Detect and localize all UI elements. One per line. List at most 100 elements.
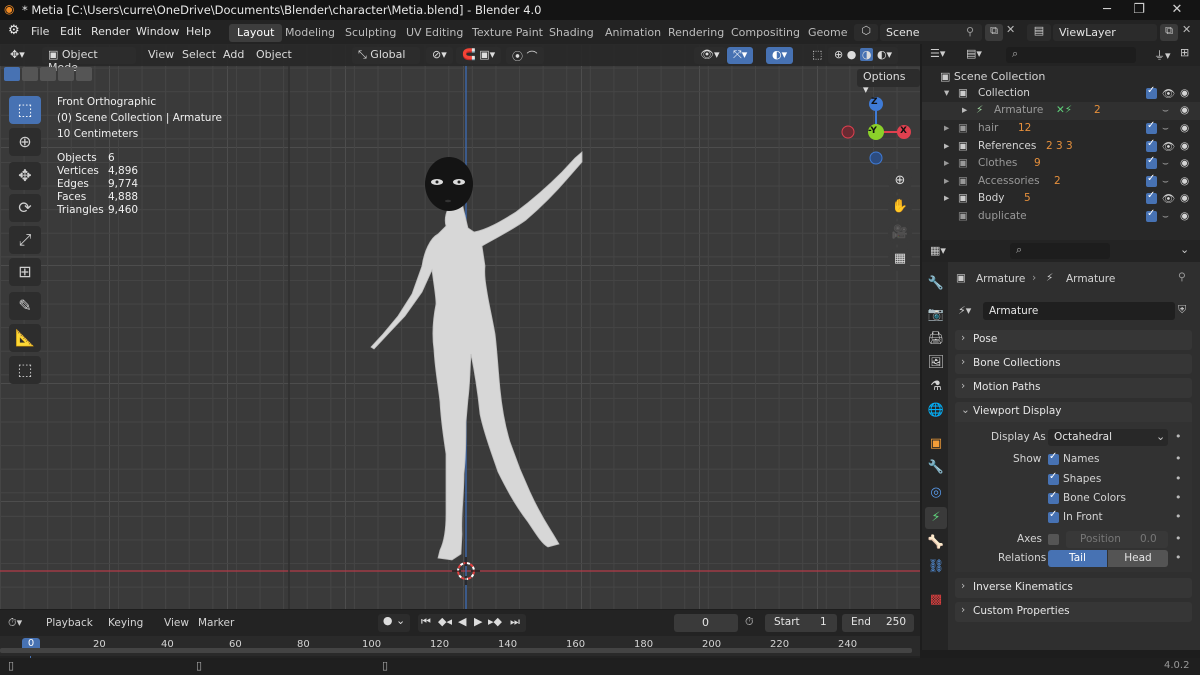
add-cube-tool-icon[interactable]: ⬚ — [9, 356, 41, 384]
3d-viewport[interactable]: ⬚ ⊕ ✥ ⟳ ⤢ ⊞ ✎ 📐 ⬚ Front Orthographic (0)… — [0, 44, 920, 609]
add-menu[interactable]: Add — [217, 47, 250, 64]
shapes-checkbox[interactable] — [1048, 471, 1059, 485]
eye-icon[interactable]: 👁 — [1162, 87, 1175, 100]
fake-user-shield-icon[interactable]: ⛨ — [1178, 303, 1186, 317]
expand-arrow-icon[interactable]: ▸ — [944, 175, 949, 187]
world-tab-icon[interactable]: 🌐 — [925, 400, 947, 422]
filter-icon[interactable]: ⏚▾ — [1154, 47, 1171, 63]
wireframe-shading-icon[interactable]: ⊕ — [834, 48, 843, 61]
properties-editor-icon[interactable]: ▦▾ — [930, 244, 946, 257]
workspace-tab-modeling[interactable]: Modeling — [277, 24, 343, 42]
display-mode-icon[interactable]: ▤▾ — [966, 47, 982, 60]
shading-modes[interactable]: ⊕ ● ◑ ◐▾ — [828, 47, 899, 64]
outliner-row-clothes[interactable]: ▸ ▣ Clothes 9 ⌣ ◉ — [922, 155, 1200, 173]
object-menu[interactable]: Object — [250, 47, 298, 64]
workspace-tab-rendering[interactable]: Rendering — [660, 24, 732, 42]
select-subtract-icon[interactable] — [40, 67, 56, 81]
zoom-icon[interactable]: ⊕ — [888, 169, 912, 193]
exclude-checkbox[interactable] — [1146, 85, 1157, 99]
scene-selector[interactable]: Scene ⚲ — [880, 24, 982, 41]
eye-closed-icon[interactable]: ⌣ — [1162, 157, 1169, 170]
show-in-front-option[interactable]: In Front — [1048, 509, 1188, 528]
bone-constraints-tab-icon[interactable]: ⛓ — [925, 556, 947, 578]
pin-icon[interactable]: ⚲ — [1178, 271, 1186, 283]
select-menu[interactable]: Select — [176, 47, 222, 64]
display-as-dropdown[interactable]: Octahedral ⌄ — [1048, 429, 1168, 446]
start-frame-field[interactable]: Start 1 — [765, 614, 837, 632]
expand-arrow-icon[interactable]: ▸ — [944, 140, 949, 152]
preview-range-icon[interactable]: ⏱ — [745, 615, 754, 629]
menu-file[interactable]: File — [31, 25, 49, 38]
exclude-checkbox[interactable] — [1146, 120, 1157, 134]
expand-arrow-icon[interactable]: ▸ — [944, 157, 949, 169]
remove-view-layer-icon[interactable]: ✕ — [1182, 23, 1191, 36]
jump-start-icon[interactable]: ⏮ — [421, 615, 431, 629]
view-menu[interactable]: View — [142, 47, 180, 64]
mode-selector[interactable]: ▣ Object Mode — [42, 47, 136, 74]
end-frame-field[interactable]: End 250 — [842, 614, 914, 632]
show-bone-colors-option[interactable]: Bone Colors — [1048, 490, 1188, 509]
modifiers-tab-icon[interactable]: 🔧 — [925, 457, 947, 479]
outliner-row-references[interactable]: ▸ ▣ References 2 3 3 👁 ◉ — [922, 138, 1200, 156]
outliner-row-armature[interactable]: ▸ ⚡ Armature ✕⚡ 2 ⌣ ◉ — [922, 102, 1200, 120]
armature-data-tab-icon[interactable]: ⚡ — [925, 507, 947, 529]
material-shading-icon[interactable]: ◑ — [859, 48, 874, 61]
auto-keying-icon[interactable]: ● ⌄ — [378, 614, 410, 632]
camera-render-icon[interactable]: ◉ — [1180, 192, 1189, 204]
workspace-tab-uv-editing[interactable]: UV Editing — [398, 24, 471, 42]
axes-position-field[interactable]: Position 0.0 — [1066, 531, 1168, 548]
exclude-checkbox[interactable] — [1146, 208, 1157, 222]
axes-checkbox[interactable] — [1048, 534, 1059, 545]
camera-render-icon[interactable]: ◉ — [1180, 175, 1189, 187]
pin-icon[interactable]: ⚲ — [966, 25, 974, 38]
transform-tool-icon[interactable]: ⊞ — [9, 258, 41, 286]
marker-menu[interactable]: Marker — [198, 617, 234, 629]
visibility-icon[interactable]: 👁▾ — [694, 47, 726, 64]
gizmo-toggle-icon[interactable]: ⤧▾ — [727, 47, 754, 64]
view-menu-timeline[interactable]: View — [164, 617, 189, 629]
blender-menu-icon[interactable]: ⚙ — [8, 23, 20, 38]
relations-head-button[interactable]: Head — [1108, 550, 1168, 567]
maximize-button[interactable]: ❐ — [1124, 2, 1154, 17]
workspace-tab-geometry[interactable]: Geomet — [800, 24, 848, 42]
rotate-tool-icon[interactable]: ⟳ — [9, 194, 41, 222]
keyframe-dot-icon[interactable]: • — [1175, 551, 1182, 564]
outliner-search-input[interactable]: ⌕ — [1006, 47, 1136, 63]
workspace-tab-layout[interactable]: Layout — [229, 24, 283, 42]
timeline-scrollbar[interactable] — [0, 648, 912, 653]
expand-arrow-icon[interactable]: ▾ — [944, 87, 949, 99]
workspace-tab-compositing[interactable]: Compositing — [723, 24, 808, 42]
relations-tail-button[interactable]: Tail — [1048, 550, 1107, 567]
panel-inverse-kinematics[interactable]: › Inverse Kinematics — [955, 578, 1192, 598]
show-shapes-option[interactable]: Shapes — [1048, 471, 1188, 490]
physics-tab-icon[interactable]: ◎ — [925, 482, 947, 504]
scene-tab-icon[interactable]: ⚗ — [925, 376, 947, 398]
panel-custom-properties[interactable]: › Custom Properties — [955, 602, 1192, 622]
properties-search-input[interactable]: ⌕ — [1010, 243, 1110, 259]
names-checkbox[interactable] — [1048, 451, 1059, 465]
eye-icon[interactable]: 👁 — [1162, 140, 1175, 153]
select-invert-icon[interactable] — [58, 67, 74, 81]
tool-settings-tab-icon[interactable]: 🔧 — [925, 273, 947, 295]
select-box-tool-icon[interactable]: ⬚ — [9, 96, 41, 124]
render-tab-icon[interactable]: 📷 — [925, 304, 947, 326]
workspace-tab-animation[interactable]: Animation — [597, 24, 669, 42]
ortho-grid-icon[interactable]: ▦ — [888, 247, 912, 271]
select-intersect-icon[interactable] — [76, 67, 92, 81]
keyframe-dot-icon[interactable]: • — [1175, 430, 1182, 443]
outliner-editor-icon[interactable]: ☰▾ — [930, 47, 945, 60]
overlay-toggle-icon[interactable]: ◐▾ — [766, 47, 794, 64]
move-tool-icon[interactable]: ✥ — [9, 162, 41, 190]
show-names-option[interactable]: Names — [1048, 451, 1188, 470]
view-layer-icon[interactable]: ▤ — [1027, 24, 1051, 41]
keyframe-dot-icon[interactable]: • — [1175, 472, 1182, 485]
panel-motion-paths[interactable]: › Motion Paths — [955, 378, 1192, 398]
close-button[interactable]: ✕ — [1162, 2, 1192, 17]
jump-end-icon[interactable]: ⏭ — [510, 615, 520, 629]
current-frame-field[interactable]: 0 — [674, 614, 738, 632]
workspace-tab-shading[interactable]: Shading — [541, 24, 602, 42]
panel-viewport-display[interactable]: ⌄ Viewport Display — [955, 402, 1192, 422]
remove-scene-icon[interactable]: ✕ — [1006, 23, 1015, 36]
eye-icon[interactable]: 👁 — [1162, 192, 1175, 205]
camera-render-icon[interactable]: ◉ — [1180, 104, 1189, 116]
